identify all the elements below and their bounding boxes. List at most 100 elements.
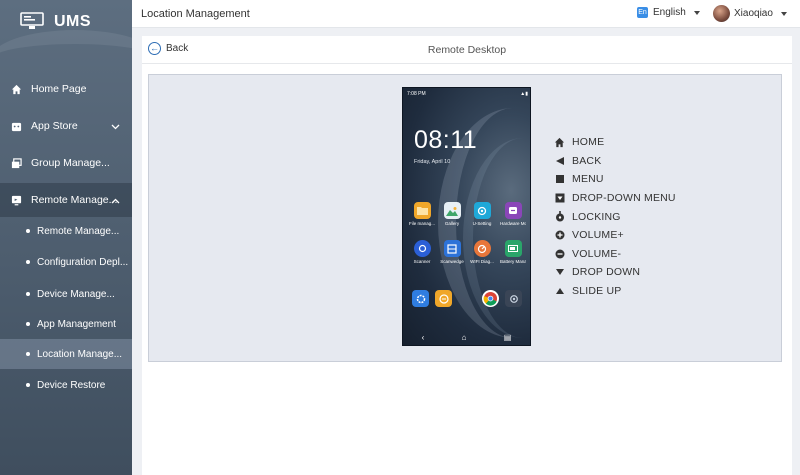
user-menu[interactable]: Xiaoqiao [713, 5, 787, 22]
control-locking[interactable]: LOCKING [554, 207, 676, 226]
panel-title: Remote Desktop [427, 44, 507, 56]
control-drop-down[interactable]: DROP DOWN [554, 263, 676, 282]
phone-status-time: 7:08 PM [407, 91, 426, 97]
dropdown-menu-icon [554, 193, 565, 204]
control-label: VOLUME- [572, 247, 622, 260]
control-menu[interactable]: MENU [554, 170, 676, 189]
control-label: DROP DOWN [572, 266, 641, 279]
home-icon [10, 83, 22, 95]
logo: UMS [0, 0, 132, 44]
panel-header: ← Back Remote Desktop [142, 36, 792, 64]
control-label: MENU [572, 173, 604, 186]
chevron-down-icon [111, 121, 120, 133]
control-label: HOME [572, 136, 605, 149]
sidebar-subitem-device-restore[interactable]: Device Restore [0, 370, 132, 400]
dock-camera-icon[interactable] [505, 290, 522, 307]
sidebar-item-group-manage[interactable]: Group Manage... [0, 146, 132, 180]
app-gallery[interactable]: Gallery [439, 202, 465, 226]
phone-clock: 08:11 [414, 126, 478, 154]
slide-up-icon [554, 286, 565, 297]
app-label: File manag... [409, 221, 435, 226]
drop-down-icon [554, 267, 565, 278]
monitor-icon [20, 11, 44, 33]
sidebar-subitem-configuration-deploy[interactable]: Configuration Depl... [0, 247, 132, 277]
phone-recents-icon[interactable]: ▤ [504, 333, 512, 342]
scanwedge-icon [443, 240, 461, 257]
language-icon: En [637, 7, 648, 18]
app-label: WIFI Diag... [470, 259, 494, 264]
sidebar-subitem-location-manage[interactable]: Location Manage... [0, 339, 132, 369]
sidebar-subitem-device-manage[interactable]: Device Manage... [0, 279, 132, 309]
control-slide-up[interactable]: SLIDE UP [554, 282, 676, 301]
chrome-icon[interactable] [482, 290, 499, 307]
wifi-diagnostics-icon [473, 240, 491, 257]
sidebar-subitem-label: Device Restore [37, 379, 106, 391]
logo-text: UMS [54, 13, 92, 30]
device-screen[interactable]: 7:08 PM ▲▮ 08:11 Friday, April 10 File m… [402, 87, 531, 346]
app-label: Scanwedge [440, 259, 464, 264]
language-label: English [653, 7, 686, 18]
control-back[interactable]: BACK [554, 152, 676, 171]
control-label: LOCKING [572, 210, 621, 223]
bullet-icon [26, 260, 30, 264]
sidebar-item-app-store[interactable]: App Store [0, 109, 132, 143]
avatar [713, 5, 730, 22]
control-volume-down[interactable]: VOLUME- [554, 245, 676, 264]
chevron-up-icon [111, 195, 120, 207]
dock-settings-icon[interactable] [412, 290, 429, 307]
main-panel: ← Back Remote Desktop 7:08 PM ▲▮ 08:11 F… [142, 36, 792, 475]
app-hardware-monitor[interactable]: Hardware Mo... [500, 202, 526, 226]
sidebar-item-label: App Store [31, 120, 78, 132]
control-label: BACK [572, 154, 602, 167]
control-dropdown-menu[interactable]: DROP-DOWN MENU [554, 189, 676, 208]
battery-icon [504, 240, 522, 257]
sidebar-item-label: Home Page [31, 83, 87, 95]
sidebar-subitem-label: App Management [37, 318, 116, 330]
app-label: Hardware Mo... [500, 221, 526, 226]
sidebar-item-remote-manage[interactable]: Remote Manage... [0, 183, 132, 217]
control-home[interactable]: HOME [554, 133, 676, 152]
sidebar-subitem-label: Location Manage... [37, 348, 123, 360]
phone-back-icon[interactable]: ‹ [422, 333, 425, 342]
dock-messages-icon[interactable] [435, 290, 452, 307]
control-volume-up[interactable]: VOLUME+ [554, 226, 676, 245]
control-label: VOLUME+ [572, 229, 624, 242]
scanner-icon [413, 240, 431, 257]
language-selector[interactable]: En English [637, 7, 700, 18]
app-wifi-diagnostics[interactable]: WIFI Diag... [469, 240, 495, 264]
control-label: SLIDE UP [572, 285, 622, 298]
app-file-manager[interactable]: File manag... [409, 202, 435, 226]
app-scanwedge[interactable]: Scanwedge [439, 240, 465, 264]
phone-home-icon[interactable]: ⌂ [462, 333, 467, 342]
group-icon [10, 157, 22, 169]
phone-nav-bar: ‹ ⌂ ▤ [403, 329, 530, 345]
volume-down-icon [554, 248, 565, 259]
control-label: DROP-DOWN MENU [572, 192, 676, 205]
remote-control-list: HOME BACK MENU DROP-DOWN MENU LOCKING VO… [554, 133, 676, 300]
folder-icon [413, 202, 431, 219]
username: Xiaoqiao [734, 8, 773, 19]
bullet-icon [26, 352, 30, 356]
hardware-icon [504, 202, 522, 219]
app-label: Gallery [444, 221, 460, 226]
sidebar-item-label: Remote Manage... [31, 194, 118, 206]
store-icon [10, 120, 22, 132]
volume-up-icon [554, 230, 565, 241]
caret-down-icon [693, 10, 700, 15]
bullet-icon [26, 292, 30, 296]
sidebar-item-label: Group Manage... [31, 157, 110, 169]
app-battery-manager[interactable]: Battery Mana... [500, 240, 526, 264]
sidebar-item-home[interactable]: Home Page [0, 72, 132, 106]
remote-icon [10, 194, 22, 206]
sidebar-subitem-label: Configuration Depl... [37, 256, 129, 268]
sidebar-subitem-app-management[interactable]: App Management [0, 309, 132, 339]
home-icon [554, 137, 565, 148]
sidebar-subitem-remote-manage[interactable]: Remote Manage... [0, 216, 132, 246]
phone-status-bar: 7:08 PM ▲▮ [407, 91, 528, 97]
app-u-setting[interactable]: U-Setting [469, 202, 495, 226]
app-label: U-Setting [472, 221, 492, 226]
remote-desktop-area: 7:08 PM ▲▮ 08:11 Friday, April 10 File m… [148, 74, 782, 362]
app-scanner[interactable]: Scanner [409, 240, 435, 264]
bullet-icon [26, 322, 30, 326]
page-title: Location Management [141, 7, 250, 20]
